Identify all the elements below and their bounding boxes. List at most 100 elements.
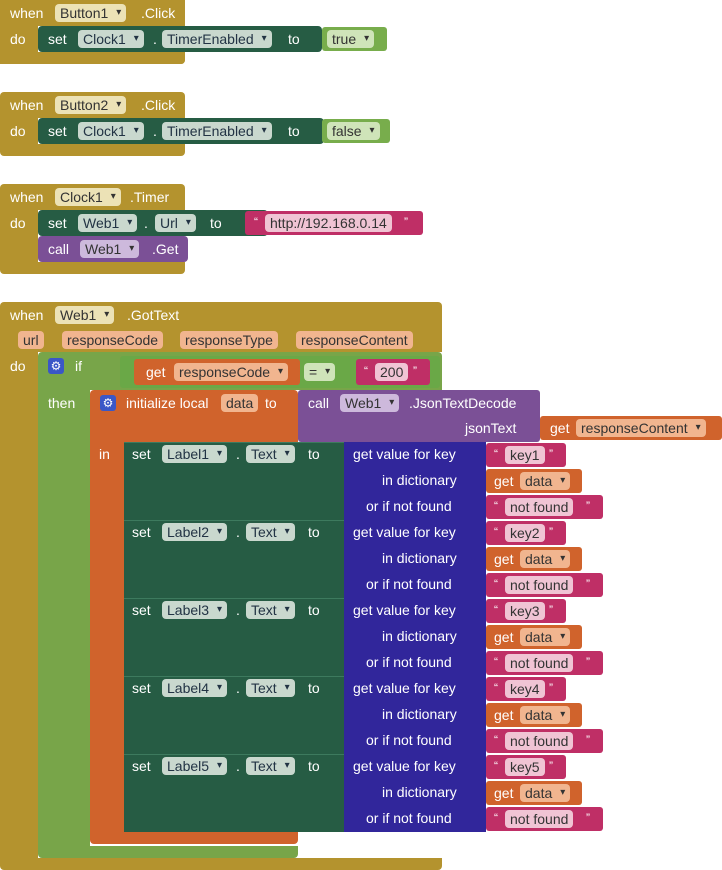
set-url-block[interactable] bbox=[38, 210, 268, 236]
quote-icon: “ bbox=[494, 681, 498, 695]
property-dropdown[interactable]: Text bbox=[246, 679, 295, 697]
quote-icon: “ bbox=[494, 603, 498, 617]
quote-icon: ” bbox=[549, 603, 553, 617]
boolean-dropdown[interactable]: false bbox=[327, 122, 380, 140]
do-keyword: do bbox=[10, 31, 26, 47]
param-url[interactable]: url bbox=[18, 331, 44, 349]
not-found-text-field[interactable]: not found bbox=[505, 732, 574, 750]
if-keyword: if bbox=[75, 358, 82, 374]
quote-icon: “ bbox=[494, 447, 498, 461]
variable-dropdown[interactable]: data bbox=[520, 550, 571, 568]
property-dropdown[interactable]: Text bbox=[246, 601, 295, 619]
get-keyword: get bbox=[494, 785, 514, 801]
quote-icon: ” bbox=[586, 811, 590, 825]
variable-dropdown[interactable]: data bbox=[520, 628, 571, 646]
component-dropdown[interactable]: Button1 bbox=[55, 4, 127, 22]
local-name-field[interactable]: data bbox=[221, 394, 259, 412]
quote-icon: ” bbox=[404, 215, 408, 229]
event-name: .Click bbox=[141, 5, 176, 21]
label-component-dropdown[interactable]: Label5 bbox=[162, 757, 228, 775]
do-keyword: do bbox=[10, 123, 26, 139]
not-found-text-field[interactable]: not found bbox=[505, 576, 574, 594]
component-dropdown[interactable]: Web1 bbox=[55, 306, 115, 324]
property-dropdown[interactable]: TimerEnabled bbox=[162, 122, 272, 140]
url-text-field[interactable]: http://192.168.0.14 bbox=[265, 214, 392, 232]
key-text-field[interactable]: key5 bbox=[505, 758, 545, 776]
key-text-field[interactable]: key3 bbox=[505, 602, 545, 620]
or-if-not-found-label: or if not found bbox=[366, 654, 452, 670]
get-keyword: get bbox=[494, 473, 514, 489]
when-keyword: when bbox=[10, 5, 44, 21]
quote-icon: “ bbox=[494, 655, 498, 669]
label-component-dropdown[interactable]: Label1 bbox=[162, 445, 228, 463]
label-component-dropdown[interactable]: Label3 bbox=[162, 601, 228, 619]
property-dropdown[interactable]: TimerEnabled bbox=[162, 30, 272, 48]
to-keyword: to bbox=[308, 680, 320, 696]
not-found-text-field[interactable]: not found bbox=[505, 654, 574, 672]
in-keyword: in bbox=[99, 446, 110, 462]
when-keyword: when bbox=[10, 189, 44, 205]
quote-icon: ” bbox=[549, 759, 553, 773]
call-keyword: call bbox=[48, 241, 70, 257]
operator-dropdown[interactable]: = bbox=[304, 363, 336, 381]
get-value-for-key-label: get value for key bbox=[353, 680, 456, 696]
property-dropdown[interactable]: Text bbox=[246, 445, 295, 463]
label-component-dropdown[interactable]: Label2 bbox=[162, 523, 228, 541]
variable-dropdown[interactable]: data bbox=[520, 472, 571, 490]
not-found-text-field[interactable]: not found bbox=[505, 810, 574, 828]
property-dropdown[interactable]: Text bbox=[246, 757, 295, 775]
variable-dropdown[interactable]: responseContent bbox=[576, 419, 706, 437]
to-keyword: to bbox=[265, 395, 277, 411]
param-responsecode[interactable]: responseCode bbox=[62, 331, 164, 349]
get-keyword: get bbox=[494, 629, 514, 645]
get-keyword: get bbox=[494, 551, 514, 567]
get-value-for-key-label: get value for key bbox=[353, 524, 456, 540]
key-text-field[interactable]: key4 bbox=[505, 680, 545, 698]
variable-dropdown[interactable]: data bbox=[520, 706, 571, 724]
json-text-label: jsonText bbox=[465, 420, 517, 436]
text-field[interactable]: 200 bbox=[375, 363, 409, 381]
quote-icon: ” bbox=[549, 447, 553, 461]
dot-separator: . bbox=[236, 524, 240, 540]
component-dropdown[interactable]: Web1 bbox=[80, 240, 140, 258]
get-keyword: get bbox=[550, 420, 570, 436]
variable-dropdown[interactable]: data bbox=[520, 784, 571, 802]
property-dropdown[interactable]: Url bbox=[155, 214, 196, 232]
to-keyword: to bbox=[288, 123, 300, 139]
in-dictionary-label: in dictionary bbox=[382, 628, 457, 644]
or-if-not-found-label: or if not found bbox=[366, 498, 452, 514]
component-dropdown[interactable]: Clock1 bbox=[55, 188, 121, 206]
then-keyword: then bbox=[48, 395, 76, 411]
set-keyword: set bbox=[132, 446, 151, 462]
label-component-dropdown[interactable]: Label4 bbox=[162, 679, 228, 697]
boolean-dropdown[interactable]: true bbox=[327, 30, 375, 48]
init-local-keyword: initialize local bbox=[126, 395, 209, 411]
target-component-dropdown[interactable]: Web1 bbox=[78, 214, 138, 232]
in-dictionary-label: in dictionary bbox=[382, 706, 457, 722]
target-component-dropdown[interactable]: Clock1 bbox=[78, 30, 144, 48]
quote-icon: “ bbox=[364, 364, 368, 378]
param-responsetype[interactable]: responseType bbox=[180, 331, 278, 349]
target-component-dropdown[interactable]: Clock1 bbox=[78, 122, 144, 140]
component-dropdown[interactable]: Web1 bbox=[340, 394, 400, 412]
to-keyword: to bbox=[308, 524, 320, 540]
not-found-text-field[interactable]: not found bbox=[505, 498, 574, 516]
event-name: .Timer bbox=[130, 189, 170, 205]
property-dropdown[interactable]: Text bbox=[246, 523, 295, 541]
to-keyword: to bbox=[288, 31, 300, 47]
key-text-field[interactable]: key2 bbox=[505, 524, 545, 542]
gear-icon[interactable]: ⚙ bbox=[100, 395, 116, 411]
component-dropdown[interactable]: Button2 bbox=[55, 96, 127, 114]
event-name: .GotText bbox=[127, 307, 180, 323]
dot-separator: . bbox=[236, 680, 240, 696]
get-value-for-key-label: get value for key bbox=[353, 758, 456, 774]
quote-icon: ” bbox=[549, 681, 553, 695]
quote-icon: ” bbox=[586, 499, 590, 513]
variable-dropdown[interactable]: responseCode bbox=[174, 363, 289, 381]
key-text-field[interactable]: key1 bbox=[505, 446, 545, 464]
param-responsecontent[interactable]: responseContent bbox=[296, 331, 413, 349]
quote-icon: ” bbox=[586, 733, 590, 747]
set-keyword: set bbox=[132, 602, 151, 618]
gear-icon[interactable]: ⚙ bbox=[48, 358, 64, 374]
to-keyword: to bbox=[308, 446, 320, 462]
